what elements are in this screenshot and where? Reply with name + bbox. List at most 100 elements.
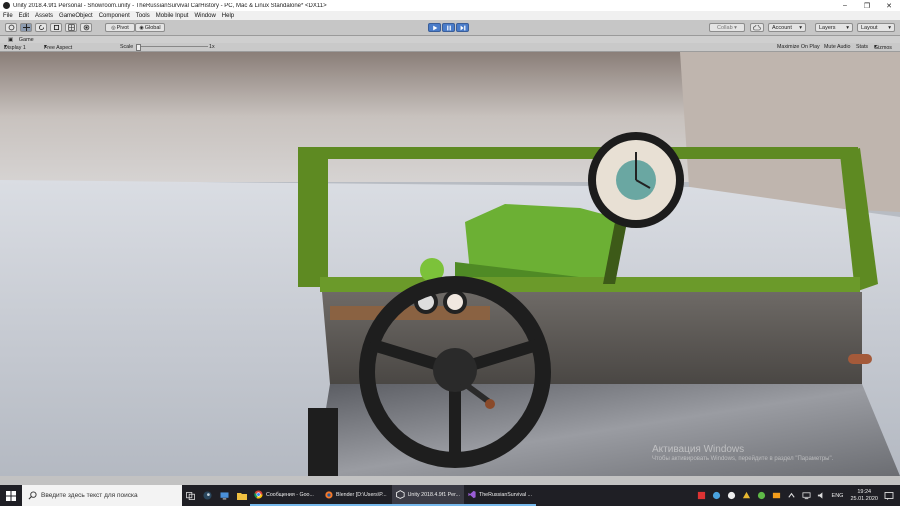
- display-dropdown[interactable]: Display 1 ▾: [4, 44, 26, 51]
- hand-icon: [8, 24, 14, 31]
- taskbar-app-chrome[interactable]: Сообщения - Goo...: [250, 485, 320, 506]
- game-tab[interactable]: ▣ Game: [4, 37, 34, 43]
- system-tray: ENG 19:24 25.01.2020: [694, 485, 900, 506]
- title-bar: Unity 2018.4.9f1 Personal - Showroom.uni…: [0, 0, 900, 11]
- layers-label: Layers: [819, 24, 836, 31]
- game-viewport[interactable]: [0, 52, 900, 476]
- taskbar-clock[interactable]: 19:24 25.01.2020: [850, 489, 878, 503]
- menu-mobile-input[interactable]: Mobile Input: [156, 13, 189, 19]
- search-icon: [28, 491, 37, 500]
- taskbar-app-label: Blender [D:\Users\P...: [336, 491, 387, 498]
- chevron-down-icon: ▾: [799, 24, 802, 31]
- cloud-icon: [753, 24, 761, 30]
- aspect-label: Free Aspect: [44, 45, 73, 51]
- chevron-down-icon: ▾: [846, 24, 849, 31]
- menu-file[interactable]: File: [3, 13, 13, 19]
- windshield-frame-bottom: [320, 277, 860, 292]
- windows-logo-icon: [6, 490, 16, 501]
- taskbar-app-unity[interactable]: Unity 2018.4.9f1 Per...: [392, 485, 464, 506]
- global-toggle[interactable]: ◉ Global: [135, 23, 165, 32]
- task-view-button[interactable]: [182, 485, 199, 506]
- windows-taskbar: Введите здесь текст для поиска Сообщения…: [0, 485, 900, 506]
- maximize-on-play-toggle[interactable]: Maximize On Play: [777, 44, 820, 50]
- scale-slider[interactable]: [136, 46, 208, 47]
- play-icon: [432, 25, 437, 30]
- input-language[interactable]: ENG: [832, 493, 844, 499]
- chevron-up-icon[interactable]: [787, 491, 796, 500]
- taskbar-app-visual-studio[interactable]: TheRussianSurvival ...: [464, 485, 536, 506]
- pause-button[interactable]: [442, 23, 455, 32]
- task-view-icon: [186, 491, 195, 500]
- move-tool-button[interactable]: [20, 23, 32, 32]
- tray-app-icon[interactable]: [697, 491, 706, 500]
- tray-app-icon[interactable]: [712, 491, 721, 500]
- pc-taskbar-icon[interactable]: [216, 485, 233, 506]
- menu-bar: File Edit Assets GameObject Component To…: [0, 11, 900, 20]
- folder-icon: [236, 492, 247, 500]
- menu-edit[interactable]: Edit: [19, 13, 29, 19]
- taskbar-app-label: Сообщения - Goo...: [266, 491, 314, 498]
- clock-date: 25.01.2020: [850, 495, 878, 502]
- tray-app-icon[interactable]: [727, 491, 736, 500]
- layout-label: Layout: [861, 24, 878, 31]
- scale-icon: [53, 24, 59, 31]
- taskbar-app-label: TheRussianSurvival ...: [479, 491, 532, 498]
- hand-tool-button[interactable]: [5, 23, 17, 32]
- watermark-line-1: Активация Windows: [652, 444, 745, 455]
- menu-assets[interactable]: Assets: [35, 13, 53, 19]
- scale-slider-handle[interactable]: [136, 44, 141, 51]
- scale-value: 1x: [209, 44, 215, 50]
- taskbar-app-label: Unity 2018.4.9f1 Per...: [407, 491, 460, 498]
- unity-icon: [396, 490, 405, 499]
- volume-icon[interactable]: [817, 491, 826, 500]
- gizmos-label: Gizmos: [874, 45, 892, 51]
- menu-tools[interactable]: Tools: [136, 13, 150, 19]
- start-button[interactable]: [0, 485, 22, 506]
- globe-icon: ◉: [139, 24, 144, 31]
- scale-label: Scale: [120, 44, 134, 50]
- layers-dropdown[interactable]: Layers ▾: [815, 23, 853, 32]
- gizmos-dropdown[interactable]: Gizmos ▾: [874, 44, 892, 51]
- step-button[interactable]: [456, 23, 469, 32]
- account-dropdown[interactable]: Account ▾: [768, 23, 806, 32]
- taskbar-app-blender[interactable]: Blender [D:\Users\P...: [320, 485, 392, 506]
- pivot-toggle[interactable]: ◎ Pivot: [105, 23, 135, 32]
- tray-app-icon[interactable]: [742, 491, 751, 500]
- restore-icon[interactable]: ❐: [856, 2, 878, 10]
- windshield-frame-top: [298, 147, 858, 159]
- menu-gameobject[interactable]: GameObject: [59, 13, 93, 19]
- layout-dropdown[interactable]: Layout ▾: [857, 23, 895, 32]
- explorer-taskbar-icon[interactable]: [233, 485, 250, 506]
- rect-icon: [67, 24, 75, 31]
- right-wall: [680, 52, 900, 212]
- cloud-button[interactable]: [750, 23, 764, 32]
- network-icon[interactable]: [802, 491, 811, 500]
- steam-taskbar-icon[interactable]: [199, 485, 216, 506]
- collab-button[interactable]: Collab ▾: [709, 23, 745, 32]
- steam-icon: [203, 491, 212, 500]
- tray-app-icon[interactable]: [772, 491, 781, 500]
- main-toolbar: ◎ Pivot ◉ Global Collab ▾ Account ▾ Layers ▾…: [0, 20, 900, 36]
- taskbar-search-box[interactable]: Введите здесь текст для поиска: [22, 485, 182, 506]
- menu-help[interactable]: Help: [222, 13, 234, 19]
- stats-toggle[interactable]: Stats: [856, 44, 868, 50]
- notifications-icon[interactable]: [884, 491, 894, 501]
- play-button[interactable]: [428, 23, 441, 32]
- mute-audio-toggle[interactable]: Mute Audio: [824, 44, 851, 50]
- window-title: Unity 2018.4.9f1 Personal - Showroom.uni…: [13, 2, 327, 9]
- game-tab-bar: ▣ Game: [0, 36, 900, 43]
- scale-tool-button[interactable]: [50, 23, 62, 32]
- blender-icon: [325, 491, 333, 499]
- menu-window[interactable]: Window: [194, 13, 215, 19]
- rotate-tool-button[interactable]: [35, 23, 47, 32]
- menu-component[interactable]: Component: [99, 13, 130, 19]
- transform-tool-button[interactable]: [80, 23, 92, 32]
- aspect-dropdown[interactable]: Free Aspect ▾: [44, 44, 72, 51]
- gamepad-icon: ▣: [8, 36, 15, 43]
- tray-app-icon[interactable]: [757, 491, 766, 500]
- floor-plate: [315, 384, 900, 476]
- minimize-icon[interactable]: –: [834, 2, 856, 9]
- clock-time: 19:24: [857, 488, 872, 495]
- rect-tool-button[interactable]: [65, 23, 77, 32]
- close-icon[interactable]: ✕: [878, 2, 900, 10]
